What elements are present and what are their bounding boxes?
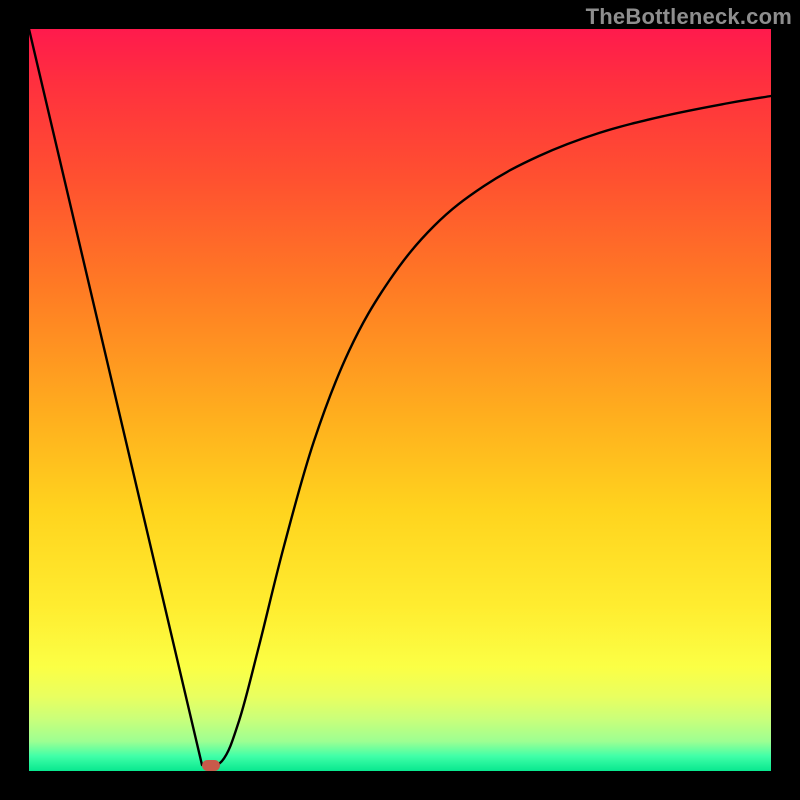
curve-path xyxy=(29,29,771,766)
bottleneck-curve xyxy=(29,29,771,771)
min-marker xyxy=(202,760,220,771)
watermark-text: TheBottleneck.com xyxy=(586,4,792,30)
